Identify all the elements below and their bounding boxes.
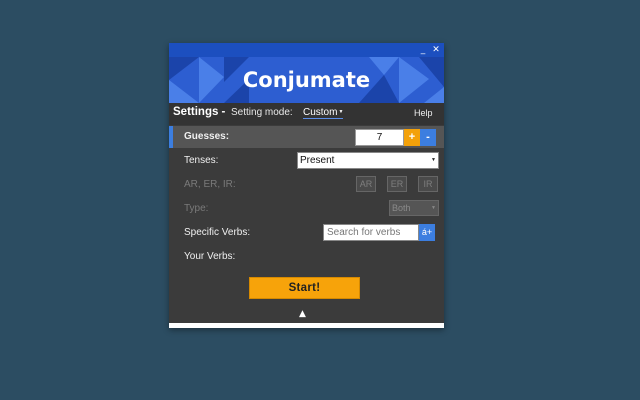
start-button[interactable]: Start! [249,277,360,299]
tenses-selected-value: Present [300,155,335,166]
conjumate-popup-window: _ ✕ Conjumate Settings - Setting mode: C… [169,43,444,328]
guesses-input[interactable]: 7 [355,129,404,146]
dropdown-caret-icon: ▼ [431,205,436,211]
ending-ir-button[interactable]: IR [418,176,438,192]
setting-mode-dropdown[interactable]: Custom▼ [303,107,344,119]
tenses-select[interactable]: Present ▼ [297,152,439,169]
your-verbs-label: Your Verbs: [184,251,236,262]
verb-endings-row: AR, ER, IR: AR ER IR [169,173,444,195]
guesses-row: Guesses: 7 + - [169,126,444,148]
bottom-strip [169,323,444,328]
help-link[interactable]: Help [414,108,433,118]
type-selected-value: Both [392,203,411,213]
dropdown-caret-icon: ▼ [338,109,344,116]
settings-bar: Settings - Setting mode: Custom▼ Help [169,103,444,125]
minimize-button[interactable]: _ [417,43,429,57]
type-row: Type: Both ▼ [169,197,444,219]
tenses-label: Tenses: [184,155,219,166]
accent-add-button[interactable]: á+ [419,224,435,241]
type-label: Type: [184,203,209,214]
verb-endings-label: AR, ER, IR: [184,179,236,190]
app-title: Conjumate [242,68,371,92]
ending-er-button[interactable]: ER [387,176,407,192]
close-button[interactable]: ✕ [430,43,442,57]
setting-mode-label: Setting mode: [231,107,293,118]
type-select[interactable]: Both ▼ [389,200,439,216]
guesses-increment-button[interactable]: + [404,129,420,146]
banner: Conjumate [169,57,444,103]
selected-row-accent [169,126,173,148]
collapse-arrow-icon[interactable]: ▲ [299,309,306,319]
specific-verbs-row: Specific Verbs: Search for verbs á+ [169,221,444,243]
ending-ar-button[interactable]: AR [356,176,376,192]
your-verbs-row: Your Verbs: [169,245,444,267]
guesses-decrement-button[interactable]: - [420,129,436,146]
tenses-row: Tenses: Present ▼ [169,149,444,171]
dropdown-caret-icon: ▼ [431,157,436,163]
setting-mode-value: Custom [303,107,338,118]
guesses-label: Guesses: [184,131,230,142]
verb-search-input[interactable]: Search for verbs [323,224,419,241]
specific-verbs-label: Specific Verbs: [184,227,251,238]
title-bar: _ ✕ [169,43,444,57]
settings-heading: Settings - [173,106,226,118]
